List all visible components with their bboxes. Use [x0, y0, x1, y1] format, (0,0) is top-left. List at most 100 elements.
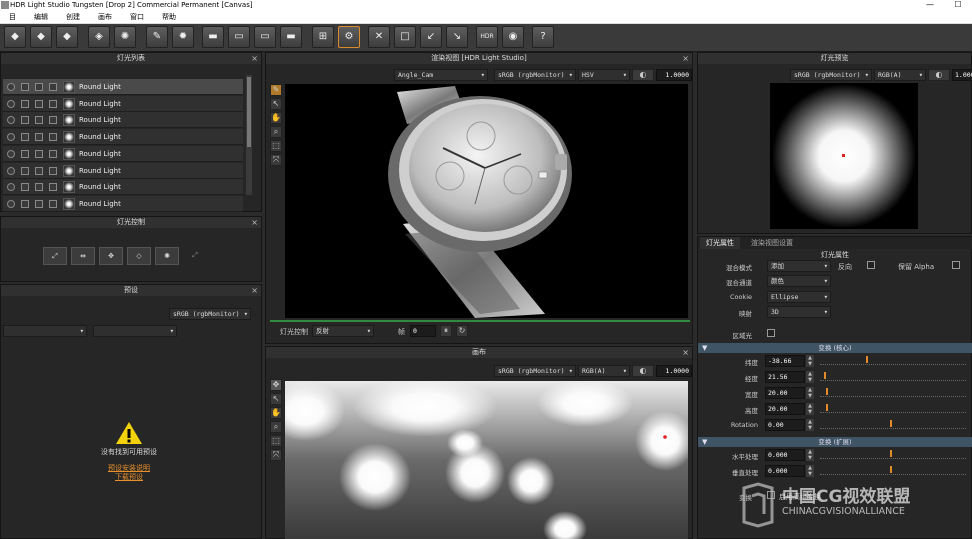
camera-select[interactable]: Angle_Cam [394, 69, 488, 81]
solo-toggle[interactable] [21, 199, 29, 208]
canvas-mode-select[interactable]: RGB(A) [578, 365, 630, 377]
presets-subcategory-select[interactable] [93, 325, 177, 337]
slider-knob[interactable] [824, 372, 827, 379]
hdr-icon[interactable]: HDR [476, 26, 498, 48]
field-value-input[interactable]: 0.000 [765, 465, 805, 477]
rotate-tool-icon[interactable]: ◇ [127, 247, 151, 265]
preview-exposure-icon[interactable]: ◐ [928, 69, 950, 81]
light-list-item[interactable]: Round Light [3, 195, 243, 212]
solo-toggle[interactable] [21, 183, 29, 192]
lock-toggle[interactable] [35, 83, 43, 91]
spin-arrows-icon[interactable]: ▲ ▼ [806, 419, 814, 431]
field-value-input[interactable]: -38.66 [765, 355, 805, 367]
menu-canvas[interactable]: 画布 [89, 12, 121, 22]
render-colorspace-select[interactable]: sRGB (rgbMonitor) [494, 69, 576, 81]
pan-tool-icon[interactable]: ✋ [270, 407, 282, 419]
menu-create[interactable]: 创建 [57, 12, 89, 22]
select-tool-icon[interactable]: ↖ [270, 98, 282, 110]
maximize-button[interactable]: ☐ [944, 0, 972, 10]
slider-knob[interactable] [890, 466, 892, 473]
menu-edit[interactable]: 编辑 [25, 12, 57, 22]
menu-file[interactable]: 目 [0, 12, 25, 22]
spin-arrows-icon[interactable]: ▲ ▼ [806, 371, 814, 383]
close-icon[interactable]: × [682, 53, 689, 64]
tab-render-settings[interactable]: 渲染视图设置 [744, 237, 800, 249]
select-toggle[interactable] [49, 116, 57, 125]
field-slider[interactable] [820, 419, 966, 429]
cookie-select[interactable]: Ellipse [767, 291, 831, 303]
close-icon[interactable]: × [682, 347, 689, 358]
zoom-tool-icon[interactable]: ⌕ [270, 126, 282, 138]
exposure-icon[interactable]: ◐ [632, 69, 654, 81]
visibility-toggle-icon[interactable] [7, 199, 15, 208]
slider-knob[interactable] [825, 388, 828, 395]
wand-icon[interactable]: ✎ [146, 26, 168, 48]
light-list-item[interactable]: Round Light [3, 129, 243, 146]
lock-toggle[interactable] [35, 99, 43, 108]
blend-mode-select[interactable]: 添加 [767, 260, 831, 272]
move-tool-icon[interactable]: ⤢ [43, 247, 67, 265]
arrow-down-right-icon[interactable]: ↘ [446, 26, 468, 48]
field-value-input[interactable]: 21.56 [765, 371, 805, 383]
gradient-bar-icon[interactable]: ▬ [202, 26, 224, 48]
solo-toggle[interactable] [21, 83, 29, 91]
preset-download-link[interactable]: 下载预设 [61, 472, 197, 482]
move-all-tool-icon[interactable]: ✥ [99, 247, 123, 265]
lock-toggle[interactable] [35, 199, 43, 208]
select-toggle[interactable] [49, 83, 57, 91]
render-mode-select[interactable]: HSV [578, 69, 630, 81]
light-list-item[interactable]: Round Light [3, 79, 243, 95]
light-list-item[interactable]: Round Light [3, 162, 243, 179]
visibility-toggle-icon[interactable] [7, 149, 15, 158]
lock-toggle[interactable] [35, 149, 43, 158]
light-list-item[interactable]: Round Light [3, 145, 243, 162]
visibility-toggle-icon[interactable] [7, 83, 15, 91]
select-toggle[interactable] [49, 149, 57, 158]
image-bar-icon[interactable]: ▭ [228, 26, 250, 48]
presets-colorspace-select[interactable]: sRGB (rgbMonitor) [169, 308, 251, 320]
field-value-input[interactable]: 0.000 [765, 449, 805, 461]
solo-toggle[interactable] [21, 133, 29, 142]
expand-tool-icon[interactable]: ⤢ [183, 247, 207, 265]
cube-icon[interactable]: ◈ [88, 26, 110, 48]
preview-exposure-value[interactable]: 1.0000 [952, 69, 972, 81]
refresh-icon[interactable]: ↻ [456, 325, 468, 337]
move-tool-icon[interactable]: ✥ [270, 379, 282, 391]
light-list-item[interactable]: Round Light [3, 112, 243, 129]
spin-arrows-icon[interactable]: ▲ ▼ [806, 465, 814, 477]
canvas-exposure-icon[interactable]: ◐ [632, 365, 654, 377]
field-slider[interactable] [820, 355, 966, 365]
render-exposure-value[interactable]: 1.0000 [656, 69, 692, 81]
visibility-toggle-icon[interactable] [7, 133, 15, 142]
field-slider[interactable] [820, 371, 966, 381]
light-add-alt-icon[interactable]: ◆ [30, 26, 52, 48]
select-toggle[interactable] [49, 199, 57, 208]
canvas-colorspace-select[interactable]: sRGB (rgbMonitor) [494, 365, 576, 377]
settings-gear-icon[interactable]: ⚙ [338, 26, 360, 48]
light-list-scrollbar[interactable] [246, 75, 252, 195]
close-circle-icon[interactable]: ✕ [368, 26, 390, 48]
lock-toggle[interactable] [35, 166, 43, 175]
pause-icon[interactable]: ⏸ [440, 325, 452, 337]
field-slider[interactable] [820, 403, 966, 413]
lock-toggle[interactable] [35, 133, 43, 142]
field-slider[interactable] [820, 449, 966, 459]
zoom-tool-icon[interactable]: ⌕ [270, 421, 282, 433]
preserve-alpha-checkbox[interactable] [952, 261, 960, 269]
lock-toggle[interactable] [35, 116, 43, 125]
field-value-input[interactable]: 0.00 [765, 419, 805, 431]
close-icon[interactable]: × [251, 53, 258, 64]
invert-checkbox[interactable] [867, 261, 875, 269]
light-control-mode-select[interactable]: 反射 [312, 325, 374, 337]
menu-help[interactable]: 帮助 [153, 12, 185, 22]
camera-rig-icon[interactable]: ⊞ [312, 26, 334, 48]
transform-ext-header[interactable]: 变换 (扩展) [698, 437, 972, 447]
minimize-button[interactable]: — [916, 0, 944, 10]
pan-tool-icon[interactable]: ✋ [270, 112, 282, 124]
slider-knob[interactable] [825, 404, 828, 411]
slider-knob[interactable] [866, 356, 869, 363]
arrow-down-left-icon[interactable]: ↙ [420, 26, 442, 48]
brush-tool-icon[interactable]: ✎ [270, 84, 282, 96]
presets-category-select[interactable] [3, 325, 87, 337]
solo-toggle[interactable] [21, 116, 29, 125]
